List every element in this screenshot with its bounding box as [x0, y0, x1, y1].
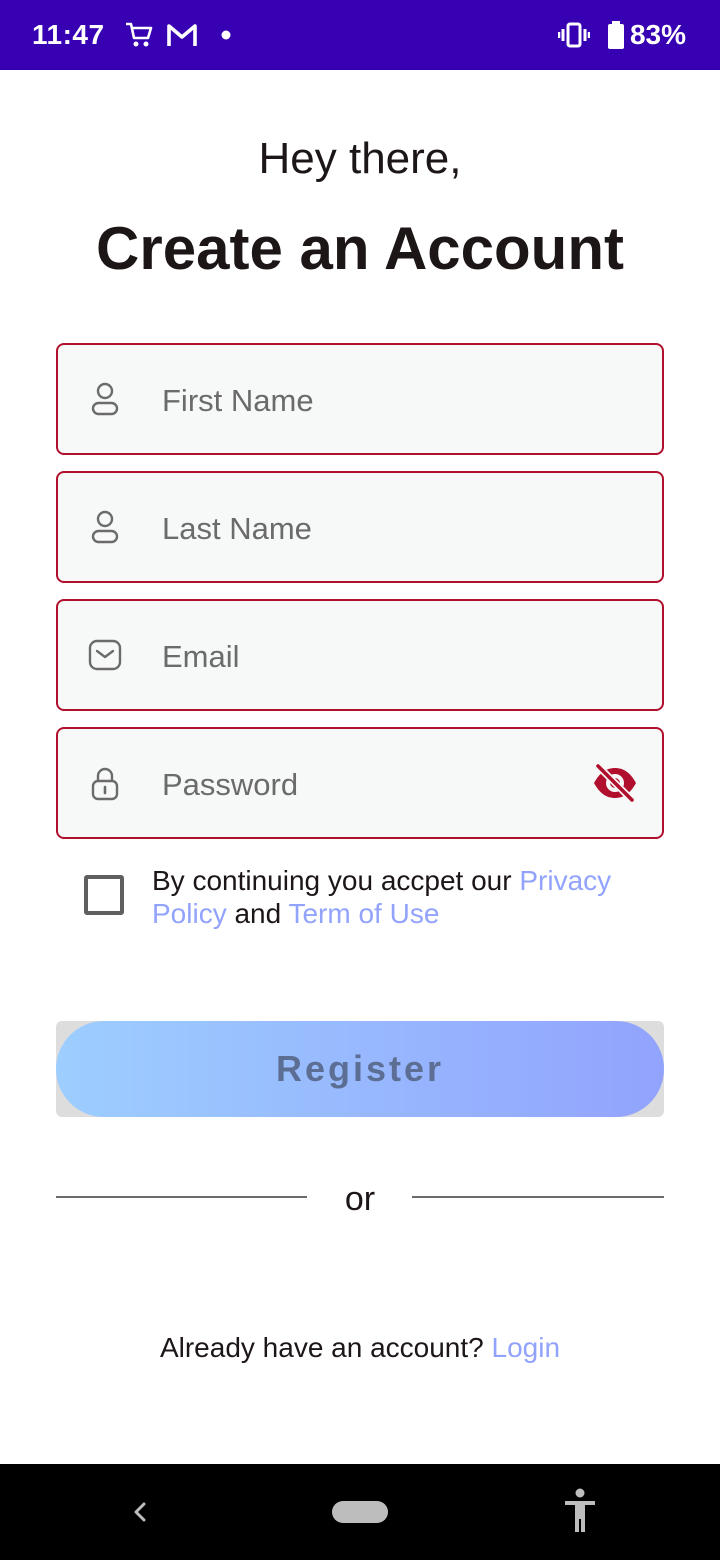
person-icon — [91, 382, 119, 416]
back-icon[interactable] — [126, 1492, 154, 1532]
password-placeholder: Password — [162, 767, 299, 802]
first-name-placeholder: First Name — [162, 383, 314, 418]
page-title: Create an Account — [96, 215, 624, 282]
battery-percentage: 83% — [629, 19, 686, 50]
cart-icon — [126, 22, 153, 47]
person-icon — [91, 510, 119, 544]
login-prompt: Already have an account? Login — [0, 1332, 720, 1364]
system-nav-bar — [0, 1464, 720, 1560]
dot-icon — [221, 30, 231, 40]
terms-text: By continuing you accpet our Privacy Pol… — [152, 864, 632, 930]
divider-line-right — [412, 1196, 664, 1198]
email-placeholder: Email — [162, 639, 240, 674]
lock-icon — [91, 767, 119, 801]
first-name-field[interactable]: First Name — [56, 343, 664, 455]
status-bar: 11:47 83% — [0, 0, 720, 70]
gmail-icon — [167, 24, 197, 46]
register-button[interactable]: Register — [56, 1021, 664, 1117]
home-pill-button[interactable] — [332, 1501, 388, 1523]
vibrate-icon — [558, 22, 590, 48]
terms-middle: and — [226, 898, 289, 929]
mail-icon — [88, 639, 122, 671]
last-name-field[interactable]: Last Name — [56, 471, 664, 583]
login-prompt-text: Already have an account? — [159, 1332, 492, 1363]
divider-or-text: or — [344, 1180, 376, 1218]
password-field[interactable]: Password — [56, 727, 664, 839]
status-time: 11:47 — [32, 19, 105, 50]
eye-off-icon[interactable] — [592, 763, 638, 803]
last-name-placeholder: Last Name — [162, 511, 312, 546]
login-link[interactable]: Login — [492, 1332, 561, 1363]
register-button-container: Register — [56, 1021, 664, 1117]
term-of-use-link[interactable]: Term of Use — [288, 898, 439, 929]
accessibility-icon[interactable] — [562, 1486, 598, 1536]
battery-icon — [608, 21, 624, 49]
email-field[interactable]: Email — [56, 599, 664, 711]
terms-prefix: By continuing you accpet our — [152, 865, 520, 896]
greeting-text: Hey there, — [258, 134, 462, 183]
terms-checkbox[interactable] — [84, 875, 124, 915]
